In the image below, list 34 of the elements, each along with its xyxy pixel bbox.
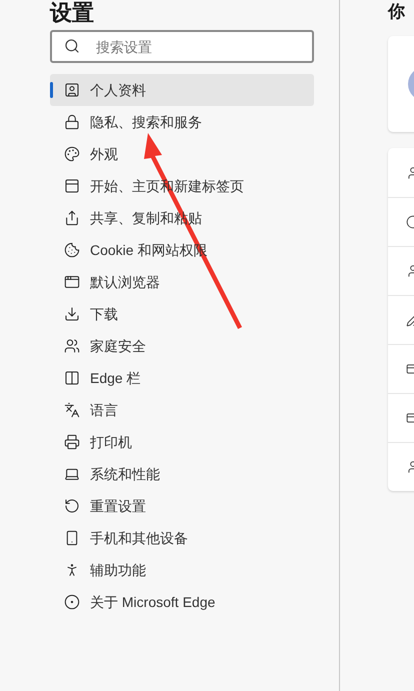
nav-item[interactable]: 家庭安全 [50,330,314,362]
selection-indicator [50,82,53,98]
nav-item[interactable]: 重置设置 [50,490,314,522]
window-icon [64,178,80,194]
nav-item[interactable]: 个人资料 [50,74,314,106]
sidebar-panel-icon [64,370,80,386]
page-title: 你 [388,2,405,22]
nav-item[interactable]: Edge 栏 [50,362,314,394]
nav-item[interactable]: 外观 [50,138,314,170]
profile-icon [64,82,80,98]
nav-item[interactable]: 手机和其他设备 [50,522,314,554]
palette-icon [64,146,80,162]
nav-item[interactable]: 辅助功能 [50,554,314,586]
settings-title: 设置 [50,0,95,26]
nav-item[interactable]: 打印机 [50,426,314,458]
lock-icon [64,114,80,130]
nav-item[interactable]: 系统和性能 [50,458,314,490]
nav-item[interactable]: 关于 Microsoft Edge [50,586,314,618]
nav-item[interactable]: 默认浏览器 [50,266,314,298]
laptop-icon [64,466,80,482]
nav-item[interactable]: 下载 [50,298,314,330]
search-field[interactable]: 搜索设置 [50,30,314,63]
printer-icon [64,434,80,450]
nav-item[interactable]: 语言 [50,394,314,426]
browser-window-icon [64,274,80,290]
language-icon [64,402,80,418]
phone-icon [64,530,80,546]
family-icon [64,338,80,354]
reset-icon [64,498,80,514]
cookie-icon [64,242,80,258]
download-icon [64,306,80,322]
share-icon [64,210,80,226]
nav-item[interactable]: 隐私、搜索和服务 [50,106,314,138]
search-icon [64,38,80,54]
